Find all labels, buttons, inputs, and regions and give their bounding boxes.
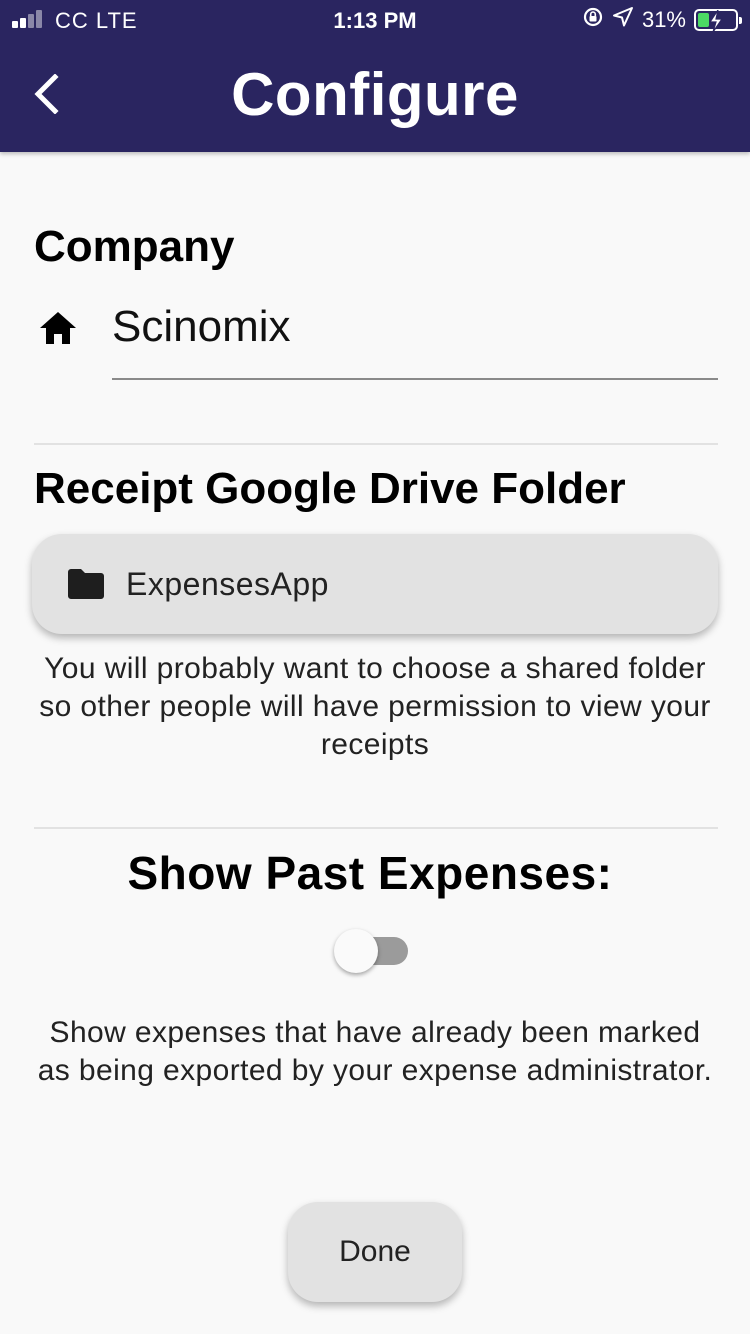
status-bar: CC LTE 1:13 PM 31% [0, 0, 750, 40]
folder-icon [66, 567, 106, 601]
company-heading: Company [34, 222, 235, 271]
section-divider [34, 443, 718, 445]
toggle-thumb [334, 929, 378, 973]
section-divider [34, 827, 718, 829]
page-title: Configure [231, 61, 519, 128]
done-button[interactable]: Done [288, 1202, 462, 1302]
header: CC LTE 1:13 PM 31% Configure [0, 0, 750, 152]
battery-percent: 31% [641, 7, 686, 32]
drive-folder-help-text: You will probably want to choose a share… [39, 652, 711, 761]
app-bar: Configure [0, 40, 750, 152]
location-arrow-icon [612, 6, 634, 34]
folder-name: ExpensesApp [126, 565, 329, 602]
battery-charging-icon [694, 9, 742, 32]
drive-folder-heading: Receipt Google Drive Folder [34, 464, 626, 513]
orientation-lock-icon [582, 6, 604, 34]
past-expenses-help-text: Show expenses that have already been mar… [37, 1016, 713, 1087]
home-icon [38, 310, 78, 351]
choose-folder-button[interactable]: ExpensesApp [32, 534, 718, 634]
company-field-row [34, 300, 718, 382]
past-expenses-heading: Show Past Expenses: [127, 847, 613, 899]
company-input[interactable] [112, 300, 718, 380]
show-past-expenses-toggle[interactable] [334, 929, 410, 973]
